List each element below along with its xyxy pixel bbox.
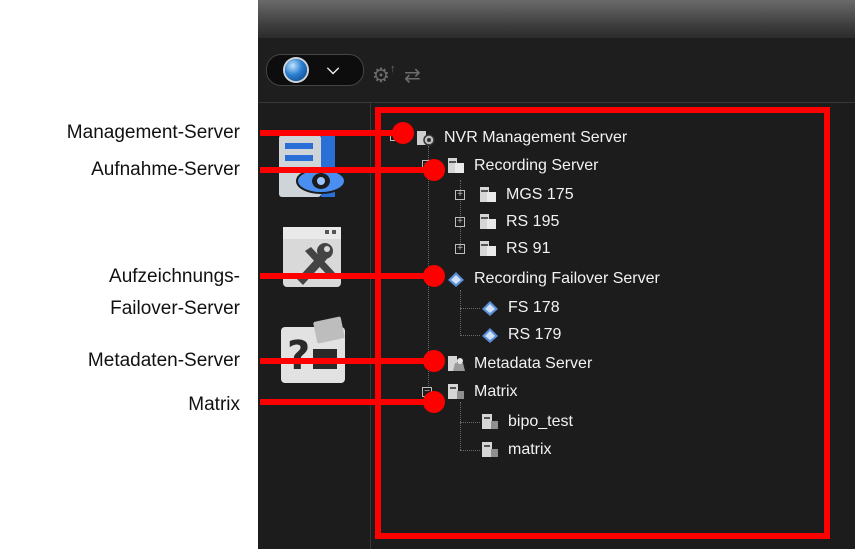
chevron-down-icon: ⌵ <box>327 61 340 78</box>
connector-metadata-dot <box>423 350 445 372</box>
globe-icon <box>285 59 307 81</box>
gear-sync-icon[interactable]: ⇄ <box>404 63 421 88</box>
connector-recording-line <box>260 167 433 173</box>
callout-matrix: Matrix <box>188 394 240 415</box>
svg-text:?: ? <box>287 333 310 379</box>
connector-matrix-dot <box>423 391 445 413</box>
connector-failover-dot <box>423 265 445 287</box>
connector-management-line <box>260 130 403 136</box>
callout-failover-server-line2: Failover-Server <box>110 298 240 319</box>
callout-recording-server: Aufnahme-Server <box>91 159 240 180</box>
server-monitor-icon[interactable] <box>275 127 353 205</box>
connector-management-dot <box>392 122 414 144</box>
callout-metadata-server: Metadaten-Server <box>87 350 240 371</box>
gear-upload-icon[interactable]: ⚙↑ <box>372 63 395 88</box>
toolbar: ⌵ ⚙↑ ⇄ <box>258 38 855 103</box>
connector-matrix-line <box>260 399 433 405</box>
help-icon[interactable]: ? <box>275 313 353 391</box>
site-selector-button[interactable]: ⌵ <box>266 54 364 86</box>
callout-failover-server-line1: Aufzeichnungs- <box>109 266 240 287</box>
connector-metadata-line <box>260 358 433 364</box>
callout-management-server: Management-Server <box>66 122 240 143</box>
connector-recording-dot <box>423 159 445 181</box>
title-bar <box>258 0 855 38</box>
connector-failover-line <box>260 273 433 279</box>
tools-icon[interactable] <box>275 221 353 299</box>
